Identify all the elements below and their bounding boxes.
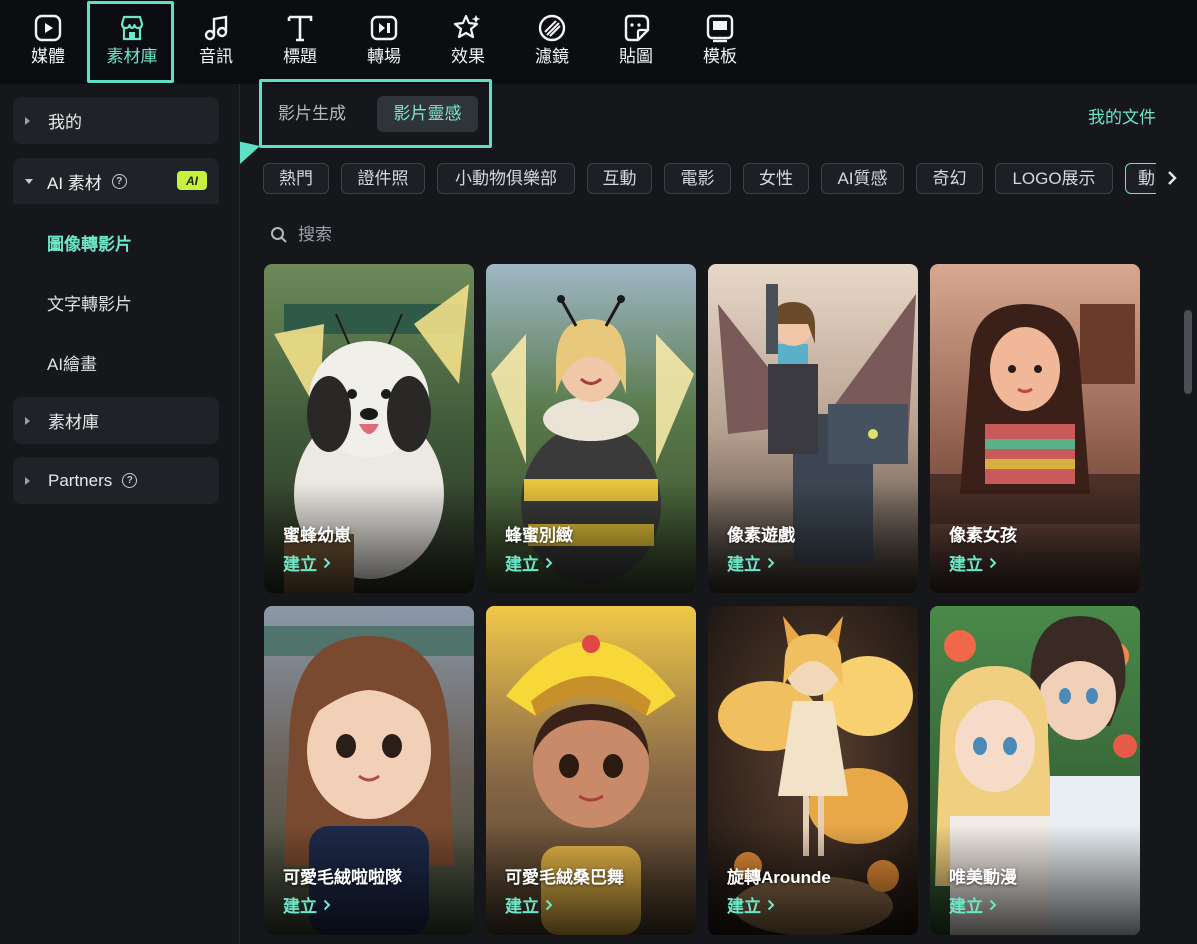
toolbar-effects-label: 效果 — [451, 47, 485, 66]
chip-animation[interactable]: 動 — [1125, 163, 1156, 194]
card-create-button[interactable]: 建立 — [505, 892, 553, 917]
chevron-right-icon — [323, 557, 331, 568]
ai-badge: AI — [177, 171, 207, 190]
template-card[interactable]: 可愛毛絨啦啦隊 建立 — [264, 606, 474, 935]
card-title: 像素遊戲 — [727, 526, 795, 545]
chevron-right-icon — [545, 557, 553, 568]
chevron-right-icon — [767, 557, 775, 568]
create-label: 建立 — [505, 555, 539, 574]
toolbar-sticker-label: 貼圖 — [619, 47, 653, 66]
chip-scroll-next-button[interactable] — [1156, 160, 1188, 196]
chip-id-photo[interactable]: 證件照 — [341, 163, 425, 194]
caret-right-icon — [25, 476, 30, 485]
sticker-icon — [620, 12, 652, 44]
sidebar-group-mine-label: 我的 — [48, 113, 82, 132]
create-label: 建立 — [949, 897, 983, 916]
card-title: 蜂蜜別緻 — [505, 526, 573, 545]
transition-icon — [368, 12, 400, 44]
card-create-button[interactable]: 建立 — [505, 550, 553, 575]
create-label: 建立 — [727, 555, 761, 574]
tab-video-generation[interactable]: 影片生成 — [278, 96, 346, 132]
chevron-right-icon — [1168, 171, 1177, 185]
my-documents-link[interactable]: 我的文件 — [1088, 103, 1156, 128]
create-label: 建立 — [949, 555, 983, 574]
card-title: 像素女孩 — [949, 526, 1017, 545]
card-create-button[interactable]: 建立 — [949, 550, 997, 575]
chip-female[interactable]: 女性 — [743, 163, 809, 194]
create-label: 建立 — [283, 555, 317, 574]
sidebar-group-stock-label: 素材庫 — [48, 413, 99, 432]
search-bar — [270, 220, 570, 250]
card-title: 唯美動漫 — [949, 868, 1017, 887]
caret-right-icon — [25, 116, 30, 125]
chip-ai-texture[interactable]: AI質感 — [821, 163, 904, 194]
sidebar-item-image-to-video[interactable]: 圖像轉影片 — [47, 230, 132, 255]
help-icon[interactable]: ? — [122, 473, 138, 488]
chip-pet-club[interactable]: 小動物俱樂部 — [437, 163, 575, 194]
template-card[interactable]: 像素女孩 建立 — [930, 264, 1140, 593]
toolbar-filter-button[interactable]: 濾鏡 — [510, 0, 594, 84]
caret-down-icon — [25, 178, 33, 184]
sidebar-group-mine[interactable]: 我的 — [13, 97, 219, 144]
chevron-right-icon — [323, 899, 331, 910]
chip-popular[interactable]: 熱門 — [263, 163, 329, 194]
chevron-right-icon — [989, 899, 997, 910]
filter-icon — [536, 12, 568, 44]
left-sidebar: 我的 AI 素材 ? AI 圖像轉影片 文字轉影片 AI繪畫 素材庫 Partn… — [0, 84, 240, 944]
sidebar-group-partners-label: Partners — [48, 470, 113, 490]
card-create-button[interactable]: 建立 — [283, 892, 331, 917]
create-label: 建立 — [727, 897, 761, 916]
sidebar-item-text-to-video[interactable]: 文字轉影片 — [47, 290, 132, 315]
toolbar-template-button[interactable]: 模板 — [678, 0, 762, 84]
tab-video-inspiration[interactable]: 影片靈感 — [377, 96, 478, 132]
sidebar-group-ai-label: AI 素材 — [47, 173, 102, 193]
chevron-right-icon — [545, 899, 553, 910]
create-label: 建立 — [283, 897, 317, 916]
search-input[interactable] — [298, 225, 538, 245]
toolbar-template-label: 模板 — [703, 47, 737, 66]
sidebar-group-ai-material[interactable]: AI 素材 ? AI — [13, 158, 219, 204]
card-create-button[interactable]: 建立 — [727, 892, 775, 917]
chip-fantasy[interactable]: 奇幻 — [916, 163, 983, 194]
content-scrollbar[interactable] — [1184, 310, 1192, 394]
toolbar-filter-label: 濾鏡 — [535, 47, 569, 66]
card-create-button[interactable]: 建立 — [727, 550, 775, 575]
effects-star-icon — [452, 12, 484, 44]
toolbar-transition-button[interactable]: 轉場 — [342, 0, 426, 84]
card-create-button[interactable]: 建立 — [283, 550, 331, 575]
toolbar-transition-label: 轉場 — [367, 47, 401, 66]
template-card[interactable]: 唯美動漫 建立 — [930, 606, 1140, 935]
card-create-button[interactable]: 建立 — [949, 892, 997, 917]
card-title: 可愛毛絨啦啦隊 — [283, 868, 402, 887]
template-card[interactable]: 可愛毛絨桑巴舞 建立 — [486, 606, 696, 935]
template-card[interactable]: 蜂蜜別緻 建立 — [486, 264, 696, 593]
sidebar-item-ai-painting[interactable]: AI繪畫 — [47, 350, 97, 375]
caret-right-icon — [25, 416, 30, 425]
toolbar-sticker-button[interactable]: 貼圖 — [594, 0, 678, 84]
help-icon[interactable]: ? — [111, 173, 127, 189]
chip-movie[interactable]: 電影 — [664, 163, 731, 194]
chevron-right-icon — [989, 557, 997, 568]
template-card[interactable]: 旋轉Arounde 建立 — [708, 606, 918, 935]
chip-logo-showcase[interactable]: LOGO展示 — [995, 163, 1113, 194]
template-icon — [704, 12, 736, 44]
sidebar-group-stock[interactable]: 素材庫 — [13, 397, 219, 444]
card-title: 可愛毛絨桑巴舞 — [505, 868, 624, 887]
template-card[interactable]: 像素遊戲 建立 — [708, 264, 918, 593]
sidebar-group-partners[interactable]: Partners ? — [13, 457, 219, 504]
toolbar-effects-button[interactable]: 效果 — [426, 0, 510, 84]
card-title: 旋轉Arounde — [727, 868, 831, 887]
chevron-right-icon — [767, 899, 775, 910]
template-card[interactable]: 蜜蜂幼崽 建立 — [264, 264, 474, 593]
chip-interactive[interactable]: 互動 — [587, 163, 652, 194]
category-chip-row: 熱門 證件照 小動物俱樂部 互動 電影 女性 AI質感 奇幻 LOGO展示 動 — [263, 163, 1156, 194]
search-icon — [271, 227, 287, 243]
card-title: 蜜蜂幼崽 — [283, 526, 351, 545]
create-label: 建立 — [505, 897, 539, 916]
